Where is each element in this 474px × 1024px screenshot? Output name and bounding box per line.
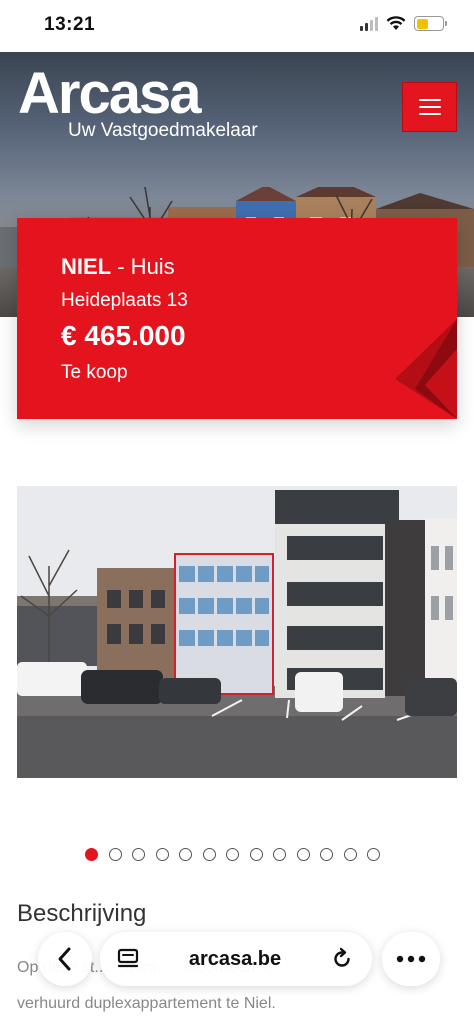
listing-info-card: NIEL - Huis Heideplaats 13 € 465.000 Te … xyxy=(17,218,457,419)
carousel-dot-10[interactable] xyxy=(296,848,310,861)
hamburger-icon xyxy=(418,99,441,101)
carousel-dot-2[interactable] xyxy=(108,848,122,861)
listing-price: € 465.000 xyxy=(61,320,186,351)
listing-address: Heideplaats 13 xyxy=(61,290,188,311)
carousel-dot-8[interactable] xyxy=(249,848,263,861)
status-time: 13:21 xyxy=(44,14,96,35)
status-icons xyxy=(360,16,447,31)
listing-city: NIEL xyxy=(61,254,112,279)
tabs-icon[interactable] xyxy=(116,947,140,971)
property-building-image xyxy=(17,486,457,778)
listing-type: - Huis xyxy=(111,254,175,279)
url-text[interactable]: arcasa.be xyxy=(189,948,281,971)
carousel-dot-1[interactable] xyxy=(85,848,98,861)
listing-title: NIEL - Huis xyxy=(61,254,175,280)
cellular-signal-icon xyxy=(360,16,378,31)
chevron-left-icon xyxy=(58,947,71,971)
carousel-pagination xyxy=(85,848,380,861)
logo-wordmark: Arcasa xyxy=(18,61,201,126)
carousel-dot-7[interactable] xyxy=(226,848,239,861)
browser-toolbar: arcasa.be xyxy=(0,930,474,990)
carousel-dot-5[interactable] xyxy=(179,848,192,861)
arcasa-logo[interactable]: Arcasa Uw Vastgoedmakelaar xyxy=(18,61,258,142)
reload-icon[interactable] xyxy=(330,947,354,971)
description-heading: Beschrijving xyxy=(17,900,147,927)
description-line-2: verhuurd duplexappartement te Niel. xyxy=(17,995,276,1012)
battery-icon xyxy=(414,16,447,31)
carousel-dot-3[interactable] xyxy=(132,848,145,861)
carousel-dot-12[interactable] xyxy=(343,848,357,861)
property-photo[interactable] xyxy=(17,486,457,778)
listing-status: Te koop xyxy=(61,362,128,383)
carousel-dot-6[interactable] xyxy=(202,848,216,861)
status-bar: 13:21 xyxy=(0,0,474,52)
card-corner-fold-decoration xyxy=(395,319,457,419)
logo-tagline: Uw Vastgoedmakelaar xyxy=(68,120,258,141)
back-button[interactable] xyxy=(38,932,92,986)
menu-button[interactable] xyxy=(402,82,457,132)
carousel-dot-9[interactable] xyxy=(273,848,286,861)
carousel-dot-4[interactable] xyxy=(155,848,169,861)
address-bar[interactable]: arcasa.be xyxy=(100,932,372,986)
carousel-dot-11[interactable] xyxy=(320,848,333,861)
more-options-button[interactable] xyxy=(382,932,440,986)
wifi-icon xyxy=(386,16,406,30)
carousel-dot-13[interactable] xyxy=(367,848,380,861)
more-dots-icon xyxy=(396,955,426,963)
